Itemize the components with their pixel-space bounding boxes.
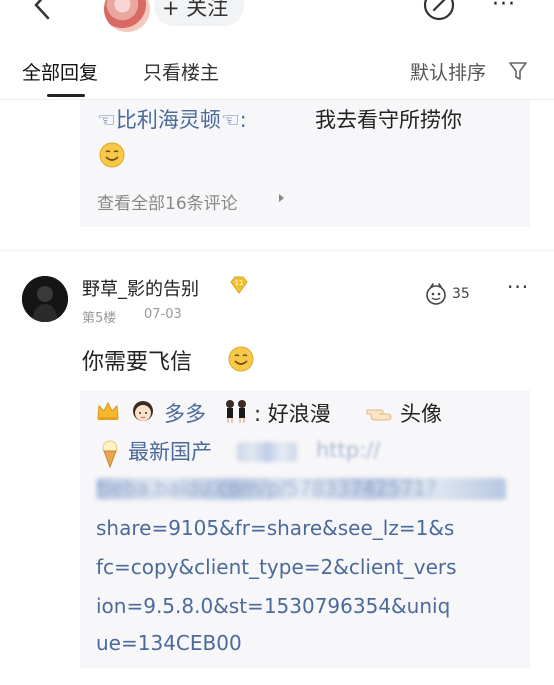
floor-number: 第5楼 [82,311,117,326]
top-bar [0,0,554,32]
sub-reply-text: : 好浪漫 [254,402,331,426]
link-prefix[interactable]: 最新国产 [128,436,212,466]
url-line[interactable]: ion=9.5.8.0&st=1530796354&uniq [96,594,450,618]
post-content: 你需要飞信 [82,350,193,375]
pointing-hand-icon [366,409,392,421]
url-line[interactable]: share=9105&fr=share&see_lz=1&s [96,516,454,540]
tab-op-only[interactable]: 只看楼主 [143,58,219,85]
level-badge-icon: 11 [230,276,248,294]
post-date: 07-03 [144,307,182,322]
like-face-icon[interactable] [423,281,449,307]
sort-dropdown[interactable]: 默认排序 [410,58,486,85]
post-more-icon[interactable]: ··· [507,277,529,297]
crown-emoji-icon [97,401,119,420]
svg-text:11: 11 [235,279,244,287]
blurred-url[interactable]: tieba.baidu.com/p/57833742571? [98,476,437,500]
link-http[interactable]: http:// [316,438,380,462]
like-count: 35 [452,286,470,302]
dancers-emoji-icon [226,400,246,423]
section-divider [0,250,554,251]
tab-all-replies[interactable]: 全部回复 [22,58,98,85]
sub-reply-username[interactable]: ☜比利海灵顿☜: [97,104,247,134]
more-options-icon[interactable]: ··· [492,0,516,16]
url-line[interactable]: fc=copy&client_type=2&client_vers [96,555,457,579]
sub-reply-text: 我去看守所捞你 [315,108,462,132]
active-tab-indicator [47,94,85,97]
sub-reply-username[interactable]: 多多 [164,398,206,428]
sub-reply-text-2: 头像 [400,402,442,426]
post-username[interactable]: 野草_影的告别 [82,275,199,301]
view-all-comments-link[interactable]: 查看全部16条评论 [97,189,238,214]
smile-emoji-icon [228,346,254,372]
chevron-right-icon [279,194,284,202]
follow-button-label[interactable]: + 关注 [162,0,228,22]
ice-cream-icon [102,440,118,468]
back-arrow-icon[interactable] [28,0,56,20]
avatar[interactable] [22,276,68,322]
smile-emoji-icon [99,142,125,168]
filter-icon[interactable] [508,60,528,82]
redacted-text [237,442,297,462]
url-line[interactable]: ue=134CEB00 [96,631,242,655]
girl-emoji-icon [133,401,153,421]
share-icon[interactable] [422,0,456,22]
